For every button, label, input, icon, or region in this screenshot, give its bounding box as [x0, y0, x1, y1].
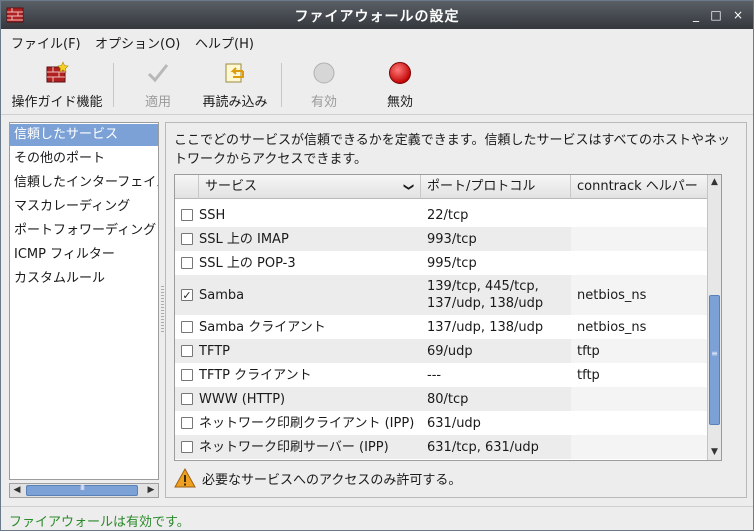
apply-button[interactable]: 適用 — [123, 59, 193, 111]
warning-icon — [174, 468, 196, 488]
title-bar[interactable]: ファイアウォールの設定 _ □ × — [1, 1, 753, 29]
column-header-conntrack-helper[interactable]: conntrack ヘルパー — [571, 175, 721, 199]
table-row[interactable]: ✓ Samba 139/tcp, 445/tcp, 137/udp, 138/ud… — [175, 275, 721, 315]
sidebar-item-icmp-filter[interactable]: ICMP フィルター — [10, 244, 158, 266]
toolbar-separator — [113, 63, 114, 107]
sidebar-item-trusted-services[interactable]: 信頼したサービス — [10, 124, 158, 146]
apply-label: 適用 — [144, 95, 171, 110]
scroll-thumb[interactable]: III — [26, 483, 138, 496]
scroll-grip-icon: ≡ — [711, 349, 718, 358]
close-button[interactable]: × — [729, 6, 747, 24]
pane-resize-handle[interactable] — [161, 286, 164, 334]
disable-label: 無効 — [386, 95, 413, 110]
panel-description: ここでどのサービスが信頼できるかを定義できます。信頼したサービスはすべてのホスト… — [174, 133, 731, 167]
menu-help[interactable]: ヘルプ(H) — [195, 33, 254, 52]
status-text: ファイアウォールは有効です。 — [9, 515, 190, 530]
trusted-services-panel: ここでどのサービスが信頼できるかを定義できます。信頼したサービスはすべてのホスト… — [165, 122, 747, 498]
table-header: サービス ❯ ポート/プロトコル conntrack ヘルパー — [175, 175, 721, 199]
maximize-button[interactable]: □ — [707, 6, 725, 24]
service-checkbox[interactable] — [181, 417, 193, 429]
wizard-firewall-icon — [46, 61, 69, 83]
scroll-down-arrow-icon[interactable]: ▼ — [708, 445, 721, 459]
services-table: サービス ❯ ポート/プロトコル conntrack ヘルパー SSH 22/t… — [174, 174, 722, 461]
column-header-port-protocol[interactable]: ポート/プロトコル — [421, 175, 571, 199]
sidebar-item-port-forwarding[interactable]: ポートフォワーディング — [10, 220, 158, 242]
service-checkbox[interactable] — [181, 233, 193, 245]
wizard-label: 操作ガイド機能 — [11, 95, 103, 110]
window-title: ファイアウォールの設定 — [294, 9, 460, 25]
service-checkbox-checked[interactable]: ✓ — [181, 289, 193, 301]
menu-file[interactable]: ファイル(F) — [11, 33, 81, 52]
table-row[interactable]: SSL 上の IMAP 993/tcp — [175, 227, 721, 251]
enable-label: 有効 — [310, 95, 337, 110]
table-body: SSH 22/tcp SSL 上の IMAP 993/tcp SSL 上の PO… — [175, 199, 721, 460]
table-row[interactable]: SSH 22/tcp — [175, 203, 721, 227]
toolbar-separator — [281, 63, 282, 107]
sort-chevron-icon: ❯ — [402, 182, 414, 192]
sidebar-item-custom-rules[interactable]: カスタムルール — [10, 268, 158, 290]
wizard-button[interactable]: 操作ガイド機能 — [9, 59, 105, 111]
service-checkbox[interactable] — [181, 209, 193, 221]
column-header-service[interactable]: サービス ❯ — [199, 175, 421, 199]
reload-label: 再読み込み — [202, 95, 268, 110]
enable-button[interactable]: 有効 — [291, 59, 357, 111]
service-checkbox[interactable] — [181, 393, 193, 405]
category-list: 信頼したサービス その他のポート 信頼したインターフェイス マスカレーディング … — [9, 122, 159, 480]
table-row[interactable]: ネットワーク印刷サーバー (IPP) 631/tcp, 631/udp — [175, 435, 721, 459]
menu-bar: ファイル(F) オプション(O) ヘルプ(H) — [1, 29, 753, 53]
header-checkbox-column — [175, 175, 199, 199]
table-row[interactable]: TFTP クライアント --- tftp — [175, 363, 721, 387]
table-vertical-scrollbar[interactable]: ▲ ≡ ▼ — [707, 175, 721, 460]
scroll-up-arrow-icon[interactable]: ▲ — [708, 175, 721, 189]
table-row[interactable]: Samba クライアント 137/udp, 138/udp netbios_ns — [175, 315, 721, 339]
sidebar-item-masquerading[interactable]: マスカレーディング — [10, 196, 158, 218]
minimize-button[interactable]: _ — [687, 6, 705, 24]
disable-button[interactable]: 無効 — [367, 59, 433, 111]
status-bar: ファイアウォールは有効です。 — [1, 506, 753, 530]
scroll-left-arrow-icon[interactable]: ◀ — [10, 484, 24, 497]
enable-circle-icon — [313, 62, 335, 84]
warning-message: 必要なサービスへのアクセスのみ許可する。 — [174, 467, 734, 489]
scroll-right-arrow-icon[interactable]: ▶ — [144, 484, 158, 497]
reload-icon — [225, 63, 244, 83]
disable-red-circle-icon — [389, 62, 411, 84]
service-checkbox[interactable] — [181, 257, 193, 269]
menu-options[interactable]: オプション(O) — [95, 33, 180, 52]
service-checkbox[interactable] — [181, 441, 193, 453]
sidebar-item-other-ports[interactable]: その他のポート — [10, 148, 158, 170]
service-checkbox[interactable] — [181, 345, 193, 357]
warning-text: 必要なサービスへのアクセスのみ許可する。 — [202, 473, 462, 488]
sidebar-item-trusted-interfaces[interactable]: 信頼したインターフェイス — [10, 172, 158, 194]
scroll-grip-icon: III — [79, 483, 85, 492]
checkmark-icon — [147, 64, 169, 83]
service-checkbox[interactable] — [181, 321, 193, 333]
firewall-window: ファイアウォールの設定 _ □ × ファイル(F) オプション(O) ヘルプ(H… — [0, 0, 754, 531]
table-row[interactable]: WWW (HTTP) 80/tcp — [175, 387, 721, 411]
toolbar: 操作ガイド機能 適用 再読み込み 有効 無効 — [1, 53, 753, 115]
scroll-thumb[interactable]: ≡ — [709, 295, 720, 425]
table-row[interactable]: SSL 上の POP-3 995/tcp — [175, 251, 721, 275]
table-row[interactable]: TFTP 69/udp tftp — [175, 339, 721, 363]
reload-button[interactable]: 再読み込み — [197, 59, 273, 111]
service-checkbox[interactable] — [181, 369, 193, 381]
sidebar-horizontal-scrollbar[interactable]: ◀ III ▶ — [9, 483, 159, 498]
table-row[interactable]: ネットワーク印刷クライアント (IPP) 631/udp — [175, 411, 721, 435]
